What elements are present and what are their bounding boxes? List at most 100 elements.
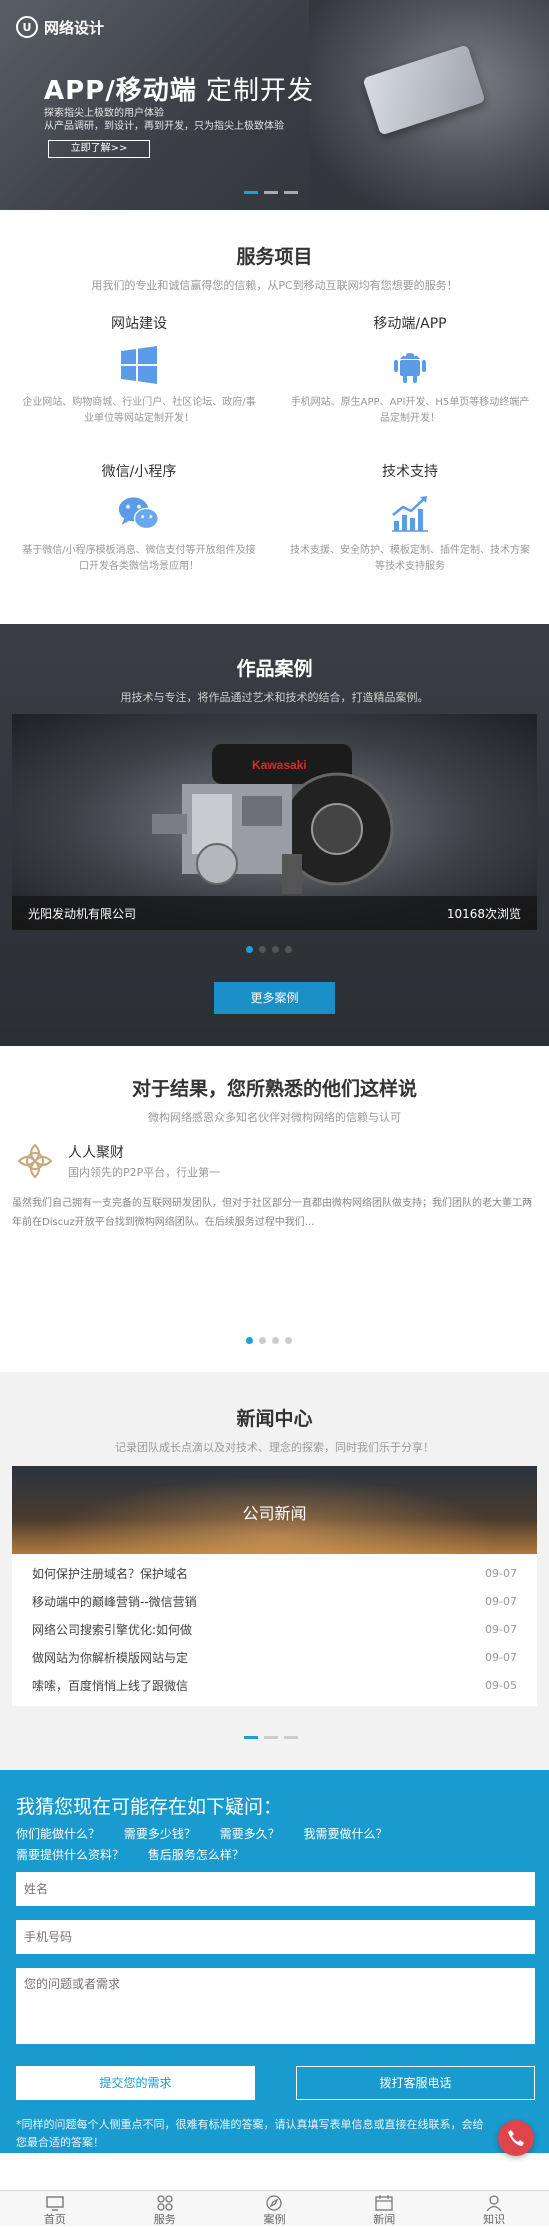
phone-input[interactable] bbox=[16, 1920, 535, 1954]
carousel-dot[interactable] bbox=[259, 946, 266, 953]
testimonial-carousel-dots bbox=[246, 1337, 292, 1344]
testimonial-subtitle: 微构网络感恩众多知名伙伴对微构网络的信赖与认可 bbox=[148, 1111, 401, 1124]
news-subtitle: 记录团队成长点滴以及对技术、理念的探索，同时我们乐于分享！ bbox=[115, 1441, 434, 1454]
carousel-dot[interactable] bbox=[284, 191, 298, 194]
nav-item-knowledge[interactable]: 知识 bbox=[439, 2191, 549, 2226]
nav-label: 知识 bbox=[483, 2213, 506, 2226]
news-banner[interactable]: 公司新闻 bbox=[12, 1466, 537, 1554]
news-item-date: 09-07 bbox=[485, 1623, 517, 1636]
service-title: 移动端/APP bbox=[373, 316, 447, 332]
faq-question[interactable]: 售后服务怎么样？ bbox=[148, 1848, 244, 1862]
services-icon bbox=[110, 2194, 220, 2211]
hero-sub-line2: 从产品调研，到设计，再到开发，只为指尖上极致体验 bbox=[44, 121, 284, 132]
news-item-date: 09-07 bbox=[485, 1595, 517, 1608]
site-logo[interactable]: U 网络设计 bbox=[16, 16, 104, 38]
news-carousel-dots bbox=[244, 1736, 298, 1739]
testimonial-title: 对于结果，您所熟悉的他们这样说 bbox=[131, 1078, 417, 1100]
faq-question[interactable]: 需要提供什么资料？ bbox=[16, 1848, 124, 1862]
hero-title-bold: APP/移动端 bbox=[44, 76, 197, 106]
faq-question[interactable]: 我需要做什么？ bbox=[304, 1827, 388, 1841]
service-desc: 基于微信/小程序模板消息、微信支付等开放组件及接口开发各类微信场景应用！ bbox=[22, 545, 256, 572]
more-cases-button[interactable]: 更多案例 bbox=[214, 982, 335, 1014]
nav-item-services[interactable]: 服务 bbox=[110, 2191, 220, 2226]
news-item-title: 如何保护注册域名？保护域名 bbox=[32, 1567, 189, 1581]
engine-brand-text: Kawasaki bbox=[252, 758, 307, 772]
news-item[interactable]: 网络公司搜索引擎优化:如何做 09-07 bbox=[12, 1616, 537, 1644]
testimonial-section: 对于结果，您所熟悉的他们这样说 微构网络感恩众多知名伙伴对微构网络的信赖与认可 … bbox=[0, 1046, 549, 1372]
carousel-dot[interactable] bbox=[285, 1337, 292, 1344]
carousel-dot[interactable] bbox=[284, 1736, 298, 1739]
nav-label: 新闻 bbox=[373, 2213, 396, 2226]
submit-request-button[interactable]: 提交您的需求 bbox=[16, 2066, 255, 2100]
news-item-date: 09-07 bbox=[485, 1651, 517, 1664]
news-item-date: 09-07 bbox=[485, 1567, 517, 1580]
carousel-dot[interactable] bbox=[272, 946, 279, 953]
service-item-support[interactable]: 技术支持 技术支援、安全防护、模板定制、插件定制、技术方案等技术支持服务 bbox=[275, 461, 545, 575]
cases-section: 作品案例 用技术与专注，将作品通过艺术和技术的结合，打造精品案例。 Kawasa… bbox=[0, 624, 549, 1046]
question-textarea[interactable] bbox=[16, 1968, 535, 2044]
service-title: 网站建设 bbox=[111, 316, 167, 332]
case-caption-bar: 光阳发动机有限公司 10168次浏览 bbox=[12, 896, 537, 930]
faq-question[interactable]: 需要多久？ bbox=[220, 1827, 280, 1841]
case-company-name: 光阳发动机有限公司 bbox=[28, 906, 137, 921]
cases-subtitle: 用技术与专注，将作品通过艺术和技术的结合，打造精品案例。 bbox=[120, 691, 429, 704]
nav-item-news[interactable]: 新闻 bbox=[329, 2191, 439, 2226]
carousel-dot[interactable] bbox=[272, 1337, 279, 1344]
cases-title: 作品案例 bbox=[236, 658, 313, 680]
carousel-dot[interactable] bbox=[285, 946, 292, 953]
nav-item-home[interactable]: 首页 bbox=[0, 2191, 110, 2226]
service-item-wechat[interactable]: 微信/小程序 基于微信/小程序模板消息、微信支付等开放组件及接口开发各类微信场景… bbox=[4, 461, 274, 575]
case-views: 10168次浏览 bbox=[446, 906, 521, 921]
carousel-dot[interactable] bbox=[244, 191, 258, 194]
services-section: 服务项目 用我们的专业和诚信赢得您的信赖，从PC到移动互联网均有您想要的服务！ … bbox=[0, 210, 549, 624]
wechat-icon bbox=[117, 491, 161, 535]
service-title: 微信/小程序 bbox=[101, 464, 177, 480]
nav-label: 服务 bbox=[153, 2213, 176, 2226]
engine-image: Kawasaki bbox=[152, 744, 394, 894]
services-grid: 网站建设 企业网站、购物商城、行业门户、社区论坛、政府/事业单位等网站定制开发！… bbox=[0, 293, 549, 623]
faq-question[interactable]: 需要多少钱？ bbox=[124, 1827, 196, 1841]
news-list: 如何保护注册域名？保护域名 09-07 移动端中的巅峰营销--微信营销 09-07 … bbox=[12, 1554, 537, 1706]
testimonial-desc: 国内领先的P2P平台，行业第一 bbox=[68, 1166, 221, 1179]
contact-section: 我猜您现在可能存在如下疑问： 你们能做什么？ 需要多少钱？ 需要多久？ 我需要做… bbox=[0, 1770, 549, 2156]
news-section: 新闻中心 记录团队成长点滴以及对技术、理念的探索，同时我们乐于分享！ 公司新闻 … bbox=[0, 1372, 549, 1770]
phone-call-floating-button[interactable] bbox=[498, 2120, 534, 2156]
logo-text: 网络设计 bbox=[44, 18, 105, 37]
news-item-title: 做网站为你解析模版网站与定 bbox=[32, 1651, 189, 1665]
carousel-dot[interactable] bbox=[264, 191, 278, 194]
faq-title: 我猜您现在可能存在如下疑问： bbox=[16, 1796, 283, 1818]
news-item[interactable]: 移动端中的巅峰营销--微信营销 09-07 bbox=[12, 1588, 537, 1616]
nav-item-cases[interactable]: 案例 bbox=[220, 2191, 330, 2226]
nav-label: 案例 bbox=[263, 2213, 286, 2226]
news-banner-caption: 公司新闻 bbox=[242, 1504, 307, 1523]
hero-subtitle: 探索指尖上极致的用户体验 从产品调研，到设计，再到开发，只为指尖上极致体验 bbox=[44, 107, 384, 133]
phone-icon bbox=[508, 2130, 524, 2146]
news-item-date: 09-05 bbox=[485, 1679, 517, 1692]
compass-icon bbox=[220, 2194, 330, 2211]
hero-banner: U 网络设计 APP/移动端 定制开发 探索指尖上极致的用户体验 从产品调研，到… bbox=[0, 0, 549, 210]
news-item[interactable]: 做网站为你解析模版网站与定 09-07 bbox=[12, 1644, 537, 1672]
service-item-mobile[interactable]: 移动端/APP 手机网站、原生APP、API开发、H5单页等移动终端产品定制开发… bbox=[275, 313, 545, 427]
testimonial-name: 人人聚财 bbox=[68, 1145, 124, 1161]
hero-sub-line1: 探索指尖上极致的用户体验 bbox=[44, 108, 164, 119]
news-title: 新闻中心 bbox=[236, 1408, 313, 1430]
chart-growth-icon bbox=[388, 491, 432, 535]
faq-note: *同样的问题每个人侧重点不同，很难有标准的答案，请认真填写表单信息或直接在线联系… bbox=[16, 2118, 484, 2149]
news-item[interactable]: 如何保护注册域名？保护域名 09-07 bbox=[12, 1560, 537, 1588]
carousel-dot[interactable] bbox=[264, 1736, 278, 1739]
service-item-web[interactable]: 网站建设 企业网站、购物商城、行业门户、社区论坛、政府/事业单位等网站定制开发！ bbox=[4, 313, 274, 427]
faq-question[interactable]: 你们能做什么？ bbox=[16, 1827, 100, 1841]
carousel-dot[interactable] bbox=[259, 1337, 266, 1344]
carousel-dot[interactable] bbox=[244, 1736, 258, 1739]
home-icon bbox=[0, 2194, 110, 2211]
news-item[interactable]: 嗦嗦，百度悄悄上线了跟微信 09-05 bbox=[12, 1672, 537, 1700]
faq-questions: 你们能做什么？ 需要多少钱？ 需要多久？ 我需要做什么？ 需要提供什么资料？ 售… bbox=[16, 1824, 536, 1866]
person-icon bbox=[439, 2194, 549, 2211]
learn-more-button[interactable]: 立即了解>> bbox=[48, 140, 150, 158]
carousel-dot[interactable] bbox=[246, 946, 253, 953]
carousel-dot[interactable] bbox=[246, 1337, 253, 1344]
news-item-title: 嗦嗦，百度悄悄上线了跟微信 bbox=[32, 1679, 189, 1693]
news-item-title: 移动端中的巅峰营销--微信营销 bbox=[32, 1595, 197, 1609]
name-input[interactable] bbox=[16, 1872, 535, 1906]
call-service-button[interactable]: 拨打客服电话 bbox=[296, 2066, 535, 2100]
